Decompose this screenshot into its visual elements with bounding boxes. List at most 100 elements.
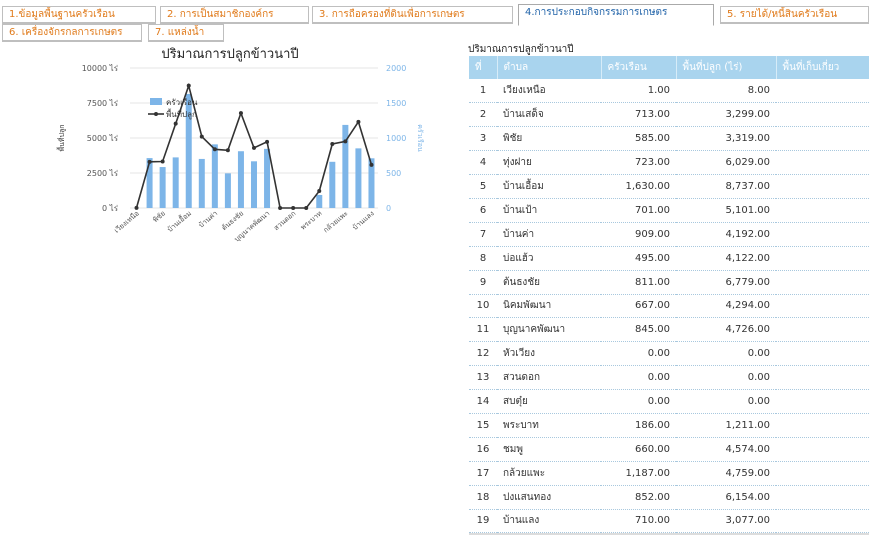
x-axis-tick-label: พิชัย [151, 209, 166, 224]
x-axis-tick-label: บ้านแลง [351, 209, 376, 231]
row-number: 15 [469, 413, 497, 438]
left-axis-title: พื้นที่ปลูก [55, 125, 66, 152]
households-value: 0.00 [601, 365, 676, 391]
bar-households [251, 161, 257, 208]
harvested-area-value [776, 246, 869, 271]
table-row: 7 บ้านค่า 909.00 4,192.00 [469, 222, 869, 247]
tab-land-holding[interactable]: 3. การถือครองที่ดินเพื่อการเกษตร [312, 6, 513, 24]
tab-basic-household-info[interactable]: 1.ข้อมูลพื้นฐานครัวเรือน [2, 6, 156, 24]
households-value: 852.00 [601, 485, 676, 510]
planted-area-value: 4,726.00 [676, 317, 776, 343]
data-table: ที่ ตำบล ครัวเรือน พื้นที่ปลูก (ไร่) พื้… [469, 56, 869, 535]
harvested-area-value [776, 294, 869, 319]
table-row: 12 หัวเวียง 0.00 0.00 [469, 341, 869, 367]
point-planted-area [252, 145, 256, 150]
tab-income-debt[interactable]: 5. รายได้/หนี้สินครัวเรือน [720, 6, 869, 24]
row-number: 8 [469, 246, 497, 271]
households-value: 1.00 [601, 79, 676, 104]
subdistrict-name: สบตุ๋ย [497, 389, 601, 414]
point-planted-area [186, 83, 191, 88]
subdistrict-name: ทุ่งฝาย [497, 150, 601, 176]
point-planted-area [317, 189, 322, 194]
point-planted-area [356, 119, 361, 124]
table-header-row: ที่ ตำบล ครัวเรือน พื้นที่ปลูก (ไร่) พื้… [469, 56, 869, 79]
row-number: 13 [469, 365, 497, 391]
subdistrict-name: สวนดอก [497, 365, 601, 391]
subdistrict-name: นิคมพัฒนา [497, 294, 601, 319]
row-number: 19 [469, 509, 497, 534]
left-axis-tick-label: 10000 ไร่ [82, 64, 119, 73]
point-planted-area [278, 206, 283, 210]
row-number: 18 [469, 485, 497, 510]
table-row: 6 บ้านเป้า 701.00 5,101.00 [469, 198, 869, 223]
households-value: 660.00 [601, 437, 676, 462]
point-planted-area [238, 111, 243, 116]
planted-area-value: 6,779.00 [676, 270, 776, 295]
header-households[interactable]: ครัวเรือน [601, 56, 677, 79]
subdistrict-name: บ้านเสด็จ [497, 102, 601, 128]
point-planted-area [304, 206, 309, 210]
bar-households [159, 167, 166, 208]
households-value: 0.00 [601, 341, 676, 367]
header-no[interactable]: ที่ [469, 56, 498, 79]
table-row: 2 บ้านเสด็จ 713.00 3,299.00 [469, 102, 869, 128]
subdistrict-name: บุญนาคพัฒนา [497, 317, 601, 343]
tab-bar: 1.ข้อมูลพื้นฐานครัวเรือน 2. การเป็นสมาชิ… [0, 0, 869, 44]
legend-label-households: ครัวเรือน [166, 98, 198, 107]
bar-households [355, 148, 362, 208]
households-value: 723.00 [601, 150, 676, 176]
planted-area-value: 4,294.00 [676, 294, 776, 319]
bar-households [224, 173, 231, 208]
point-planted-area [160, 159, 165, 164]
table-row: 8 บ่อแฮ้ว 495.00 4,122.00 [469, 246, 869, 271]
bar-households [264, 148, 271, 208]
households-value: 713.00 [601, 102, 676, 128]
planted-area-value: 6,154.00 [676, 485, 776, 510]
x-axis-tick-label: ต้นธงชัย [220, 209, 245, 232]
harvested-area-value [776, 389, 869, 414]
subdistrict-name: หัวเวียง [497, 341, 601, 367]
planted-area-value: 4,574.00 [676, 437, 776, 462]
tab-agricultural-activities[interactable]: 4.การประกอบกิจกรรมการเกษตร [518, 4, 714, 26]
header-planted-area[interactable]: พื้นที่ปลูก (ไร่) [676, 56, 777, 79]
table-row: 15 พระบาท 186.00 1,211.00 [469, 413, 869, 438]
point-planted-area [212, 147, 217, 152]
legend-label-planted-area: พื้นที่ปลูก [166, 108, 197, 120]
x-axis-tick-label: เวียงเหนือ [113, 209, 141, 234]
row-number: 3 [469, 126, 497, 152]
households-value: 811.00 [601, 270, 676, 295]
harvested-area-value [776, 222, 869, 247]
right-axis-tick-label: 2000 [386, 64, 406, 73]
subdistrict-name: บ้านแลง [497, 509, 601, 534]
subdistrict-name: ต้นธงชัย [497, 270, 601, 295]
table-title: ปริมาณการปลูกข้าวนาปี [468, 44, 574, 55]
point-planted-area [343, 139, 348, 144]
row-number: 14 [469, 389, 497, 414]
left-axis-tick-label: 0 ไร่ [102, 204, 119, 213]
harvested-area-value [776, 198, 869, 223]
harvested-area-value [776, 174, 869, 199]
table-row: 17 กล้วยแพะ 1,187.00 4,759.00 [469, 461, 869, 486]
table-row: 18 ปงแสนทอง 852.00 6,154.00 [469, 485, 869, 510]
point-planted-area [265, 139, 270, 144]
row-number: 16 [469, 437, 497, 462]
households-value: 585.00 [601, 126, 676, 152]
subdistrict-name: ปงแสนทอง [497, 485, 601, 510]
harvested-area-value [776, 509, 869, 534]
planted-area-value: 4,192.00 [676, 222, 776, 247]
bar-households [198, 158, 205, 208]
left-axis-tick-label: 7500 ไร่ [87, 99, 119, 108]
bar-households [237, 151, 244, 208]
harvested-area-value [776, 102, 869, 128]
row-number: 10 [469, 294, 497, 319]
x-axis-tick-label: พระบาท [299, 209, 324, 232]
header-harvested-area[interactable]: พื้นที่เก็บเกี่ยว [776, 56, 869, 79]
tab-organization-membership[interactable]: 2. การเป็นสมาชิกองค์กร [160, 6, 309, 24]
header-subdistrict[interactable]: ตำบล [497, 56, 602, 79]
row-number: 2 [469, 102, 497, 128]
planted-area-value: 8.00 [676, 79, 776, 104]
harvested-area-value [776, 365, 869, 391]
x-axis-tick-label: สวนดอก [272, 209, 297, 232]
households-value: 667.00 [601, 294, 676, 319]
rice-chart: ปริมาณการปลูกข้าวนาปี 0 ไร่ 2500 ไร่ 5000 … [0, 40, 450, 340]
